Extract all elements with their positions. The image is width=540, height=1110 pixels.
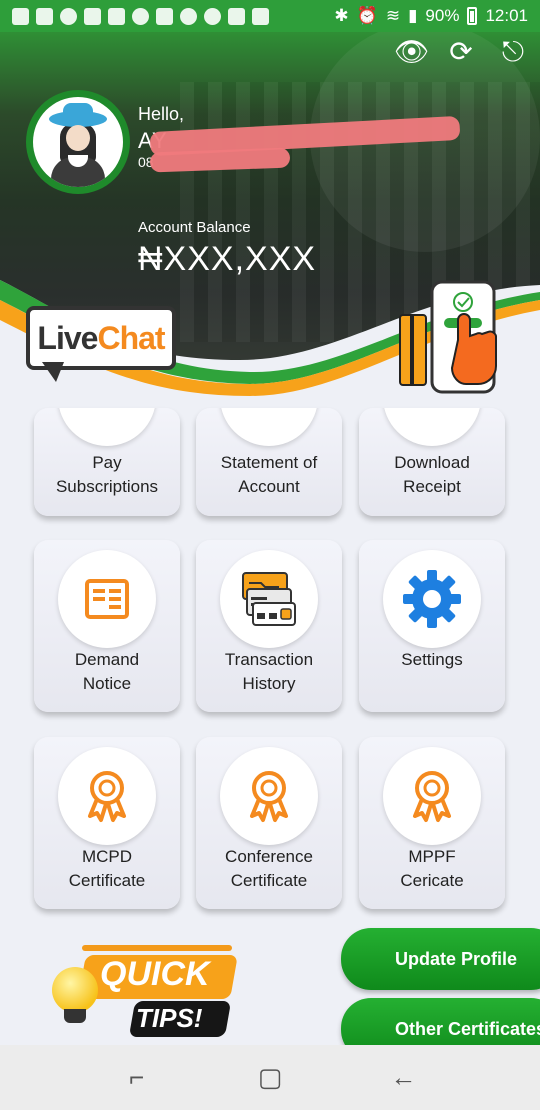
header-actions: 👁 ⟳ ⎋	[394, 38, 528, 66]
payment-illustration	[399, 280, 497, 394]
tile-mcpd-certificate[interactable]: MCPD Certificate	[34, 737, 180, 909]
award-icon	[220, 747, 318, 845]
signal-icon: ▮	[408, 6, 418, 25]
app-icon	[180, 7, 197, 25]
alarm-icon: ⏰	[356, 6, 378, 25]
back-icon[interactable]: ←	[383, 1062, 423, 1093]
tile-conference-certificate[interactable]: Conference Certificate	[196, 737, 342, 909]
wifi-icon: ≋	[385, 6, 401, 25]
tile-label: Transaction History	[224, 650, 314, 693]
avatar-image	[33, 97, 123, 187]
update-profile-button[interactable]: Update Profile	[341, 928, 540, 990]
tile-label: Download Receipt	[394, 453, 470, 496]
tile-label: Conference Certificate	[225, 847, 313, 890]
award-icon	[383, 747, 481, 845]
tile-statement-of-account[interactable]: Statement of Account	[196, 408, 342, 516]
recent-apps-icon[interactable]: ⌐	[117, 1062, 157, 1093]
statement-icon	[220, 408, 318, 446]
battery-icon	[467, 7, 478, 25]
app-icon	[36, 7, 53, 25]
telegram-icon	[228, 7, 245, 25]
avatar[interactable]	[26, 90, 130, 194]
app-icon	[60, 7, 77, 25]
app-icon	[252, 7, 269, 25]
home-icon[interactable]: ▢	[250, 1062, 290, 1093]
eye-icon[interactable]: 👁	[394, 38, 430, 66]
transaction-icon	[220, 550, 318, 648]
quick-tips-title: QUICK	[100, 955, 210, 993]
notice-icon	[58, 550, 156, 648]
tile-settings[interactable]: Settings	[359, 540, 505, 712]
settings-icon	[132, 7, 149, 25]
tile-label: MCPD Certificate	[68, 847, 146, 890]
lightbulb-base	[64, 1009, 86, 1023]
tile-label: MPPF Cericate	[400, 847, 464, 890]
livechat-chat-text: Chat	[97, 319, 165, 356]
tile-demand-notice[interactable]: Demand Notice	[34, 540, 180, 712]
messenger-icon	[204, 7, 221, 25]
bluetooth-icon: ✱	[334, 6, 349, 25]
lightbulb-icon	[52, 967, 98, 1013]
tile-label: Pay Subscriptions	[55, 453, 159, 496]
quick-tips-subtitle: TIPS!	[136, 1003, 203, 1033]
refresh-icon[interactable]: ⟳	[446, 38, 476, 66]
gear-icon	[383, 550, 481, 648]
tile-label: Settings	[401, 650, 463, 669]
tile-mppf-certificate[interactable]: MPPF Cericate	[359, 737, 505, 909]
mail-icon	[84, 7, 101, 25]
logout-icon[interactable]: ⎋	[498, 38, 528, 66]
tile-transaction-history[interactable]: Transaction History	[196, 540, 342, 712]
tile-download-receipt[interactable]: Download Receipt	[359, 408, 505, 516]
notification-icons	[12, 7, 269, 25]
message-icon	[12, 7, 29, 25]
balance-value: ₦XXX,XXX	[138, 240, 317, 278]
livechat-live-text: Live	[37, 319, 98, 356]
tile-label: Demand Notice	[74, 650, 140, 693]
status-bar: ✱ ⏰ ≋ ▮ 90% 12:01	[0, 0, 540, 32]
chat-icon	[108, 7, 125, 25]
clock: 12:01	[485, 6, 528, 25]
subscription-icon	[58, 408, 156, 446]
system-nav-bar: ⌐ ▢ ←	[0, 1045, 540, 1110]
quick-tips-decoration	[82, 945, 232, 951]
greeting: Hello,	[138, 104, 185, 124]
balance-label: Account Balance	[138, 219, 251, 236]
award-icon	[58, 747, 156, 845]
battery-level: 90%	[425, 6, 460, 25]
livechat-button[interactable]: Live Chat	[26, 306, 176, 370]
message-icon	[156, 7, 173, 25]
tile-label: Statement of Account	[220, 453, 318, 496]
quick-tips-button[interactable]: QUICK TIPS!	[42, 945, 242, 1040]
receipt-icon	[383, 408, 481, 446]
tile-pay-subscriptions[interactable]: Pay Subscriptions	[34, 408, 180, 516]
livechat-bubble-tail	[42, 362, 64, 382]
